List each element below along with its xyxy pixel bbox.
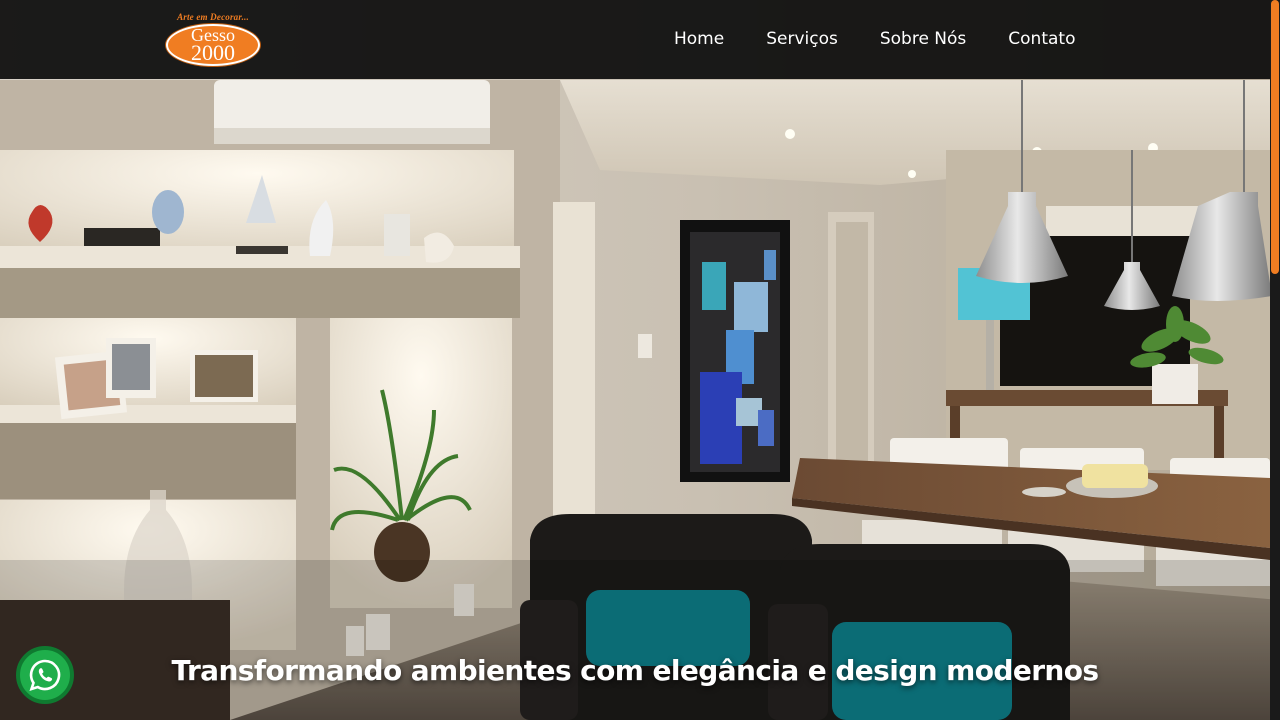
main-nav: Home Serviços Sobre Nós Contato: [674, 28, 1075, 50]
scrollbar-thumb[interactable]: [1271, 0, 1279, 274]
nav-link-home[interactable]: Home: [674, 28, 724, 50]
nav-link-contato[interactable]: Contato: [1008, 28, 1075, 50]
whatsapp-icon: [29, 659, 61, 692]
page-scrollbar[interactable]: [1270, 0, 1280, 720]
living-room-photo: [0, 0, 1280, 720]
nav-link-servicos[interactable]: Serviços: [766, 28, 838, 50]
whatsapp-button[interactable]: [16, 646, 74, 704]
hero-background-image: [0, 0, 1280, 720]
top-navbar: Arte em Decorar... Gesso 2000 Home Servi…: [0, 0, 1270, 79]
logo-tagline: Arte em Decorar...: [177, 12, 249, 22]
hero-headline: Transformando ambientes com elegância e …: [171, 654, 1100, 687]
nav-link-sobre-nos[interactable]: Sobre Nós: [880, 28, 966, 50]
brand-logo[interactable]: Arte em Decorar... Gesso 2000: [164, 12, 262, 68]
logo-name-line2: 2000: [191, 40, 235, 65]
